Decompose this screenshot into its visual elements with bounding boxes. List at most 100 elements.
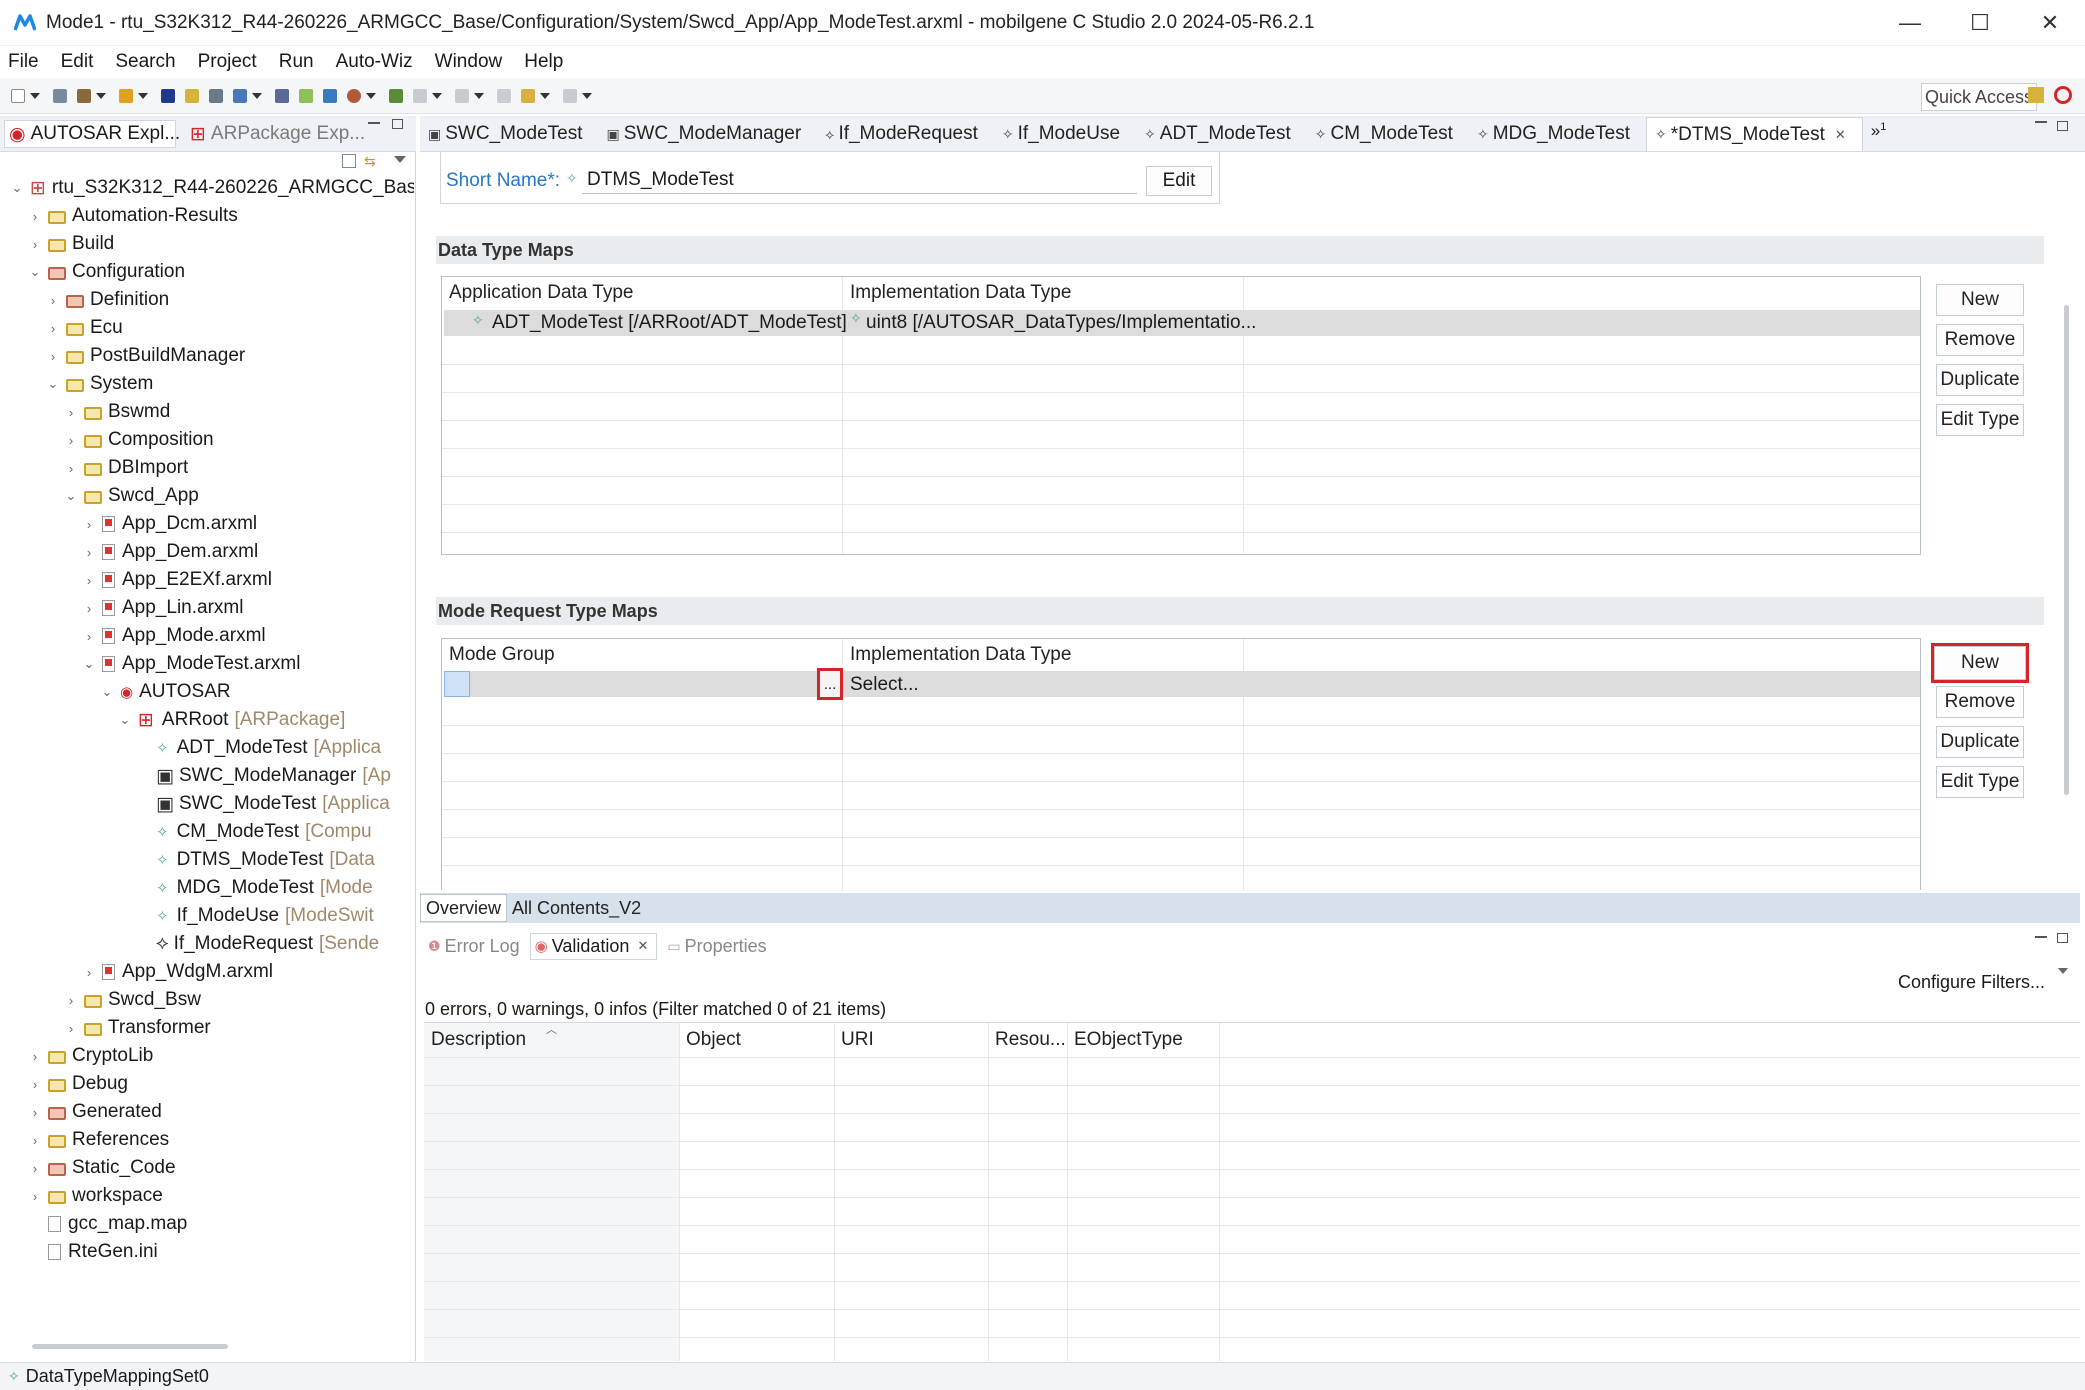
tree-item[interactable]: ✧ CM_ModeTest [Compu: [136, 818, 372, 846]
tool-dropdown-icon[interactable]: [138, 92, 148, 99]
chevron-down-icon[interactable]: ⌄: [64, 488, 78, 504]
layout-icon[interactable]: [299, 88, 313, 103]
editor-maximize-icon[interactable]: [2057, 121, 2068, 131]
tool-icon[interactable]: [119, 88, 133, 103]
chevron-right-icon[interactable]: ›: [46, 293, 60, 308]
mrtm-edit-type-button[interactable]: Edit Type: [1936, 766, 2024, 798]
tree-item[interactable]: › App_Mode.arxml: [82, 622, 266, 650]
tree-item[interactable]: › App_E2EXf.arxml: [82, 566, 272, 594]
tree-item[interactable]: ⌄ Configuration: [28, 258, 185, 286]
chevron-right-icon[interactable]: ›: [82, 545, 96, 560]
link-icon[interactable]: [323, 88, 337, 103]
tree-horizontal-scrollbar[interactable]: [32, 1344, 228, 1349]
minimize-button[interactable]: —: [1875, 0, 1945, 46]
dtm-duplicate-button[interactable]: Duplicate: [1936, 364, 2024, 396]
close-button[interactable]: ✕: [2015, 0, 2085, 46]
editor-tab[interactable]: ⟡ If_ModeRequest: [817, 117, 994, 151]
filter-menu-icon[interactable]: [2058, 968, 2068, 974]
autosar-perspective-icon[interactable]: [2054, 86, 2072, 104]
tree-item[interactable]: › App_Dcm.arxml: [82, 510, 257, 538]
short-name-edit-button[interactable]: Edit: [1146, 166, 1212, 196]
more-tabs-button[interactable]: » 1: [1863, 117, 1887, 151]
mode-group-browse-button[interactable]: ...: [817, 668, 843, 700]
tree-item[interactable]: ✧ ADT_ModeTest [Applica: [136, 734, 381, 762]
chevron-down-icon[interactable]: ⌄: [28, 264, 42, 280]
close-tab-icon[interactable]: ✕: [637, 938, 648, 954]
column-mode-group[interactable]: Mode Group: [442, 639, 842, 671]
editor-vertical-scrollbar[interactable]: [2064, 305, 2069, 795]
dtm-edit-type-button[interactable]: Edit Type: [1936, 404, 2024, 436]
tree-item[interactable]: › Build: [28, 230, 114, 258]
editor-tab[interactable]: ▣ SWC_ModeTest: [420, 117, 599, 151]
chevron-right-icon[interactable]: ›: [64, 405, 78, 420]
chevron-right-icon[interactable]: ›: [28, 209, 42, 224]
chevron-right-icon[interactable]: ›: [28, 1189, 42, 1204]
chevron-right-icon[interactable]: ›: [46, 349, 60, 364]
grid-icon[interactable]: [275, 88, 289, 103]
editor-tab[interactable]: ✧ MDG_ModeTest: [1469, 117, 1646, 151]
close-tab-icon[interactable]: ✕: [1835, 127, 1846, 143]
tab-all-contents[interactable]: All Contents_V2: [507, 894, 646, 922]
chevron-down-icon[interactable]: ⌄: [100, 684, 114, 700]
tree-item[interactable]: › workspace: [28, 1182, 163, 1210]
maximize-button[interactable]: ☐: [1945, 0, 2015, 46]
editor-tab[interactable]: ✧ CM_ModeTest: [1307, 117, 1469, 151]
tree-item[interactable]: › Generated: [28, 1098, 162, 1126]
tree-item[interactable]: ✧ If_ModeUse [ModeSwit: [136, 902, 374, 930]
tree-item[interactable]: › Swcd_Bsw: [64, 986, 201, 1014]
collapse-all-icon[interactable]: [342, 154, 356, 168]
tab-overview[interactable]: Overview: [420, 894, 508, 922]
terminal-icon[interactable]: [161, 88, 175, 103]
minimize-view-icon[interactable]: [368, 122, 380, 124]
mrtm-new-button[interactable]: New: [1931, 643, 2029, 683]
bottom-maximize-icon[interactable]: [2057, 933, 2068, 943]
forward-arrow-icon[interactable]: [563, 88, 577, 103]
chevron-right-icon[interactable]: ›: [82, 629, 96, 644]
mrtm-duplicate-button[interactable]: Duplicate: [1936, 726, 2024, 758]
tree-item[interactable]: › Transformer: [64, 1014, 211, 1042]
chevron-right-icon[interactable]: ›: [46, 321, 60, 336]
tree-item[interactable]: ▣ SWC_ModeTest [Applica: [136, 790, 390, 818]
editor-tab[interactable]: ✧ ADT_ModeTest: [1136, 117, 1307, 151]
chart-dropdown-icon[interactable]: [252, 92, 262, 99]
chevron-right-icon[interactable]: ›: [82, 965, 96, 980]
view-menu-icon[interactable]: [394, 156, 406, 163]
menu-run[interactable]: Run: [279, 51, 314, 73]
chevron-right-icon[interactable]: ›: [64, 461, 78, 476]
tree-item[interactable]: ⟡ If_ModeRequest [Sende: [136, 930, 379, 958]
menu-edit[interactable]: Edit: [61, 51, 94, 73]
dtm-new-button[interactable]: New: [1936, 284, 2024, 316]
back-icon[interactable]: [497, 88, 511, 103]
tab-arpackage-explorer[interactable]: ⊞ ARPackage Exp...: [190, 120, 365, 148]
tree-item[interactable]: › Static_Code: [28, 1154, 176, 1182]
link-editor-icon[interactable]: ⇆: [364, 154, 380, 168]
quick-access-field[interactable]: Quick Access: [1921, 83, 2037, 111]
run-dropdown-icon[interactable]: [366, 92, 376, 99]
tree-item[interactable]: › PostBuildManager: [46, 342, 245, 370]
menu-file[interactable]: File: [8, 51, 39, 73]
column-mrtm-implementation-data-type[interactable]: Implementation Data Type: [843, 639, 1243, 671]
implementation-data-type-select[interactable]: Select...: [850, 674, 919, 696]
tree-item[interactable]: › Automation-Results: [28, 202, 238, 230]
forward-dropdown-icon[interactable]: [582, 92, 592, 99]
spark-icon[interactable]: [185, 88, 199, 103]
tree-item[interactable]: ▣ SWC_ModeManager [Ap: [136, 762, 391, 790]
configure-filters-link[interactable]: Configure Filters...: [1898, 972, 2045, 993]
new-dropdown-icon[interactable]: [30, 92, 40, 99]
menu-help[interactable]: Help: [524, 51, 563, 73]
tree-item[interactable]: ✧ MDG_ModeTest [Mode: [136, 874, 373, 902]
mrtm-remove-button[interactable]: Remove: [1936, 686, 2024, 718]
tab-error-log[interactable]: Error Log: [445, 936, 520, 957]
chevron-right-icon[interactable]: ›: [64, 433, 78, 448]
chevron-right-icon[interactable]: ›: [64, 1021, 78, 1036]
chart-icon[interactable]: [233, 88, 247, 103]
chevron-right-icon[interactable]: ›: [28, 1049, 42, 1064]
chevron-right-icon[interactable]: ›: [28, 1077, 42, 1092]
editor-tab[interactable]: ✧ If_ModeUse: [994, 117, 1136, 151]
table-row[interactable]: ✧ ADT_ModeTest [/ARRoot/ADT_ModeTest] ✧ …: [444, 310, 1920, 336]
bottom-minimize-icon[interactable]: [2035, 936, 2047, 938]
editor-tab[interactable]: ▣ SWC_ModeManager: [599, 117, 818, 151]
tree-item[interactable]: ⌄ App_ModeTest.arxml: [82, 650, 301, 678]
column-application-data-type[interactable]: Application Data Type: [442, 277, 842, 309]
chevron-right-icon[interactable]: ›: [28, 1161, 42, 1176]
